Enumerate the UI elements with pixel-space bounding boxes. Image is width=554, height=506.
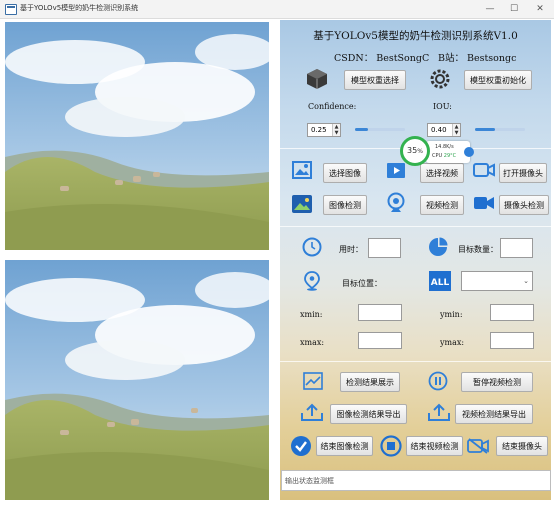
video-camera-icon bbox=[473, 163, 495, 177]
title-bar: 基于YOLOv5模型的奶牛检测识别系统 — ☐ ✕ bbox=[0, 0, 554, 19]
detection-image-panel bbox=[5, 260, 269, 500]
line-chart-icon bbox=[303, 372, 323, 390]
bilibili-credit: B站： Bestsongc bbox=[438, 53, 517, 64]
pie-chart-icon bbox=[429, 237, 448, 256]
upload-icon bbox=[428, 403, 450, 421]
svg-text:ALL: ALL bbox=[431, 278, 450, 288]
show-results-button[interactable]: 检测结果展示 bbox=[340, 372, 400, 392]
minimize-button[interactable]: — bbox=[478, 0, 502, 18]
xmin-label: xmin: bbox=[300, 310, 323, 319]
chevron-down-icon: ⌄ bbox=[523, 277, 529, 285]
end-video-detect-button[interactable]: 结束视频检测 bbox=[406, 436, 463, 456]
spin-arrows-icon[interactable]: ▲ ▼ bbox=[452, 124, 460, 136]
monitor-accelerate-icon[interactable] bbox=[464, 147, 474, 157]
ymin-field bbox=[490, 304, 534, 321]
webcam-icon bbox=[387, 192, 405, 212]
check-circle-icon bbox=[291, 436, 311, 456]
app-icon bbox=[5, 4, 17, 15]
confidence-label: Confidence: bbox=[308, 102, 357, 111]
iou-slider[interactable] bbox=[475, 128, 525, 131]
export-video-results-button[interactable]: 视频检测结果导出 bbox=[455, 404, 533, 424]
original-image-panel bbox=[5, 22, 269, 250]
window-title: 基于YOLOv5模型的奶牛检测识别系统 bbox=[20, 4, 139, 12]
iou-slider-fill bbox=[475, 128, 495, 131]
net-speed: 14.8K/s bbox=[435, 144, 454, 150]
memory-usage-unit: % bbox=[417, 148, 423, 155]
export-image-results-button[interactable]: 图像检测结果导出 bbox=[330, 404, 407, 424]
xmax-field bbox=[358, 332, 402, 349]
app-title: 基于YOLOv5模型的奶牛检测识别系统V1.0 bbox=[313, 30, 518, 42]
target-count-field bbox=[500, 238, 533, 258]
system-monitor-widget[interactable]: 14.8K/s CPU 29°C 35% bbox=[400, 136, 474, 170]
cpu-temp-value: 29°C bbox=[443, 153, 457, 159]
camera-detect-icon bbox=[474, 197, 494, 209]
ymax-label: ymax: bbox=[440, 338, 465, 347]
spin-arrows-icon[interactable]: ▲ ▼ bbox=[332, 124, 340, 136]
pause-icon bbox=[428, 371, 448, 391]
stop-circle-icon bbox=[380, 435, 402, 457]
gear-icon bbox=[430, 69, 450, 89]
video-detect-button[interactable]: 视频检测 bbox=[420, 195, 464, 215]
landscape-image-detected bbox=[5, 260, 269, 500]
end-camera-button[interactable]: 结束摄像头 bbox=[496, 436, 548, 456]
control-panel: 基于YOLOv5模型的奶牛检测识别系统V1.0 CSDN： BestSongC … bbox=[280, 20, 551, 500]
pause-video-detect-button[interactable]: 暂停视频检测 bbox=[461, 372, 533, 392]
confidence-slider[interactable] bbox=[355, 128, 405, 131]
upload-icon bbox=[301, 403, 323, 421]
status-output-box[interactable]: 输出状态监测框 bbox=[281, 470, 551, 491]
image-detect-button[interactable]: 图像检测 bbox=[323, 195, 367, 215]
image-icon bbox=[292, 161, 312, 179]
monitor-info-box: 14.8K/s CPU 29°C bbox=[426, 141, 474, 163]
cube-icon bbox=[307, 69, 327, 89]
memory-usage-value: 35 bbox=[407, 146, 418, 155]
app-window: 基于YOLOv5模型的奶牛检测识别系统 — ☐ ✕ 基于YOLOv5模型的奶牛检… bbox=[0, 0, 554, 506]
divider bbox=[280, 361, 551, 362]
target-select-dropdown[interactable]: ⌄ bbox=[461, 271, 533, 291]
iou-spinbox[interactable]: 0.40 ▲ ▼ bbox=[427, 123, 461, 137]
model-weight-init-button[interactable]: 模型权重初始化 bbox=[464, 70, 532, 90]
close-button[interactable]: ✕ bbox=[528, 0, 552, 18]
ymax-field bbox=[490, 332, 534, 349]
xmin-field bbox=[358, 304, 402, 321]
ymin-label: ymin: bbox=[440, 310, 463, 319]
cpu-label: CPU bbox=[432, 153, 443, 159]
divider bbox=[280, 226, 551, 227]
target-position-label: 目标位置： bbox=[342, 279, 382, 288]
image-detect-icon bbox=[292, 195, 312, 213]
location-pin-icon bbox=[304, 271, 320, 291]
select-image-button[interactable]: 选择图像 bbox=[323, 163, 367, 183]
confidence-slider-fill bbox=[355, 128, 368, 131]
confidence-value: 0.25 bbox=[311, 126, 327, 134]
open-camera-button[interactable]: 打开摄像头 bbox=[499, 163, 547, 183]
memory-usage-ring: 35% bbox=[400, 136, 430, 166]
cpu-temp: CPU 29°C bbox=[432, 153, 456, 159]
status-placeholder: 输出状态监测框 bbox=[285, 477, 334, 485]
csdn-credit: CSDN： BestSongC bbox=[334, 53, 430, 64]
all-icon: ALL bbox=[429, 271, 451, 291]
landscape-image-original bbox=[5, 22, 269, 250]
confidence-spinbox[interactable]: 0.25 ▲ ▼ bbox=[307, 123, 341, 137]
time-label: 用时： bbox=[339, 245, 363, 254]
time-field bbox=[368, 238, 401, 258]
clock-icon bbox=[302, 237, 322, 257]
camera-detect-button[interactable]: 摄像头检测 bbox=[499, 195, 549, 215]
target-count-label: 目标数量： bbox=[458, 245, 498, 254]
xmax-label: xmax: bbox=[300, 338, 325, 347]
model-weight-select-button[interactable]: 模型权重选择 bbox=[344, 70, 406, 90]
iou-value: 0.40 bbox=[431, 126, 447, 134]
maximize-button[interactable]: ☐ bbox=[502, 0, 526, 18]
iou-label: IOU: bbox=[433, 102, 452, 111]
end-image-detect-button[interactable]: 结束图像检测 bbox=[316, 436, 373, 456]
camera-off-icon bbox=[467, 438, 489, 454]
panel-separator bbox=[5, 250, 269, 256]
